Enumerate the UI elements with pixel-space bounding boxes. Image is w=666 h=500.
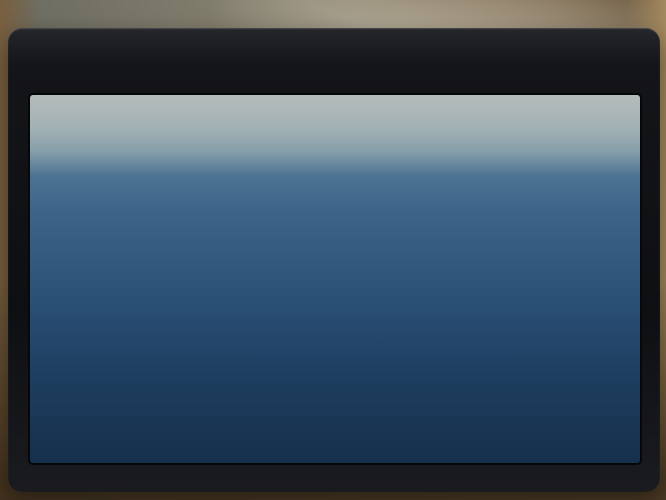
photo-background: 访达文件编辑显示前往窗口帮助 拼 周五 下午3:14 返回⌘[前进⌘]上层文件夹… [0,0,666,500]
laptop-body: 访达文件编辑显示前往窗口帮助 拼 周五 下午3:14 返回⌘[前进⌘]上层文件夹… [8,28,660,492]
screen: 访达文件编辑显示前往窗口帮助 拼 周五 下午3:14 返回⌘[前进⌘]上层文件夹… [30,95,640,463]
catalina-wallpaper [30,95,640,463]
